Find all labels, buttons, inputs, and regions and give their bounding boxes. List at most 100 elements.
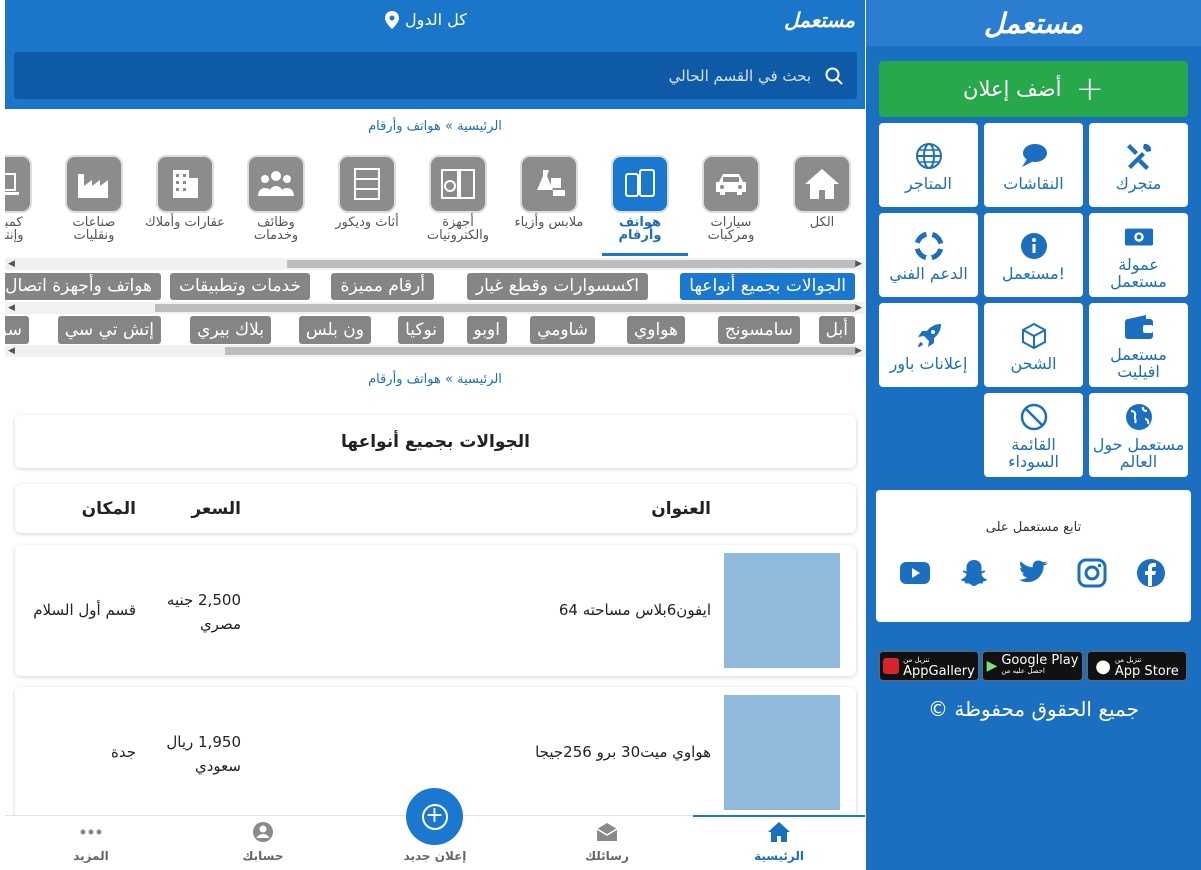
follow-title: تابع مستعمل على <box>985 520 1082 535</box>
tile-label: مستعمل حول العالم <box>1092 435 1185 471</box>
breadcrumb-home[interactable]: الرئيسية <box>457 119 502 134</box>
breadcrumb-home[interactable]: الرئيسية <box>457 372 502 387</box>
price-currency: مصري <box>199 615 241 633</box>
category-clothes[interactable]: ملابس وأزياء <box>509 155 589 229</box>
location-pin-icon <box>385 10 399 29</box>
brand-chip[interactable]: ون بلس <box>298 316 371 344</box>
subcategory-chip-devices[interactable]: هواتف وأجهزة اتصال <box>5 273 161 300</box>
store-label: AppGallery <box>903 664 975 679</box>
country-selector[interactable]: كل الدول <box>385 10 467 29</box>
brand-chip[interactable]: اوبو <box>466 316 507 344</box>
brand-chip[interactable]: بلاك بيري <box>190 316 271 344</box>
category-furniture[interactable]: أثاث وديكور <box>327 155 407 229</box>
sidebar-logo[interactable]: مستعمل <box>866 0 1201 46</box>
category-all[interactable]: الكل <box>782 155 862 229</box>
site-logo[interactable]: مستعمل <box>784 8 855 32</box>
brand-chip[interactable]: سوني <box>5 316 29 344</box>
brand-chip[interactable]: هواوي <box>627 316 685 344</box>
category-scrollbar[interactable]: ◀ ▶ <box>5 258 865 270</box>
tile-label: إعلانات باور <box>889 353 968 373</box>
tile-about[interactable]: مستعمل! <box>984 213 1083 297</box>
search-input[interactable]: بحث في القسم الحالي <box>14 52 857 99</box>
category-realestate[interactable]: عقارات وأملاك <box>145 155 225 229</box>
brand-scrollbar[interactable]: ◀ ▶ <box>5 345 865 357</box>
add-ad-button[interactable]: + أضف إعلان <box>879 61 1188 117</box>
subcategory-chip-all-phones[interactable]: الجوالات بجميع أنواعها <box>680 273 855 300</box>
category-industry[interactable]: صناعات ونقليات <box>54 155 134 242</box>
new-ad-fab[interactable]: + <box>406 788 463 845</box>
twitter-icon[interactable] <box>1016 556 1050 590</box>
brand-chip[interactable]: سامسونج <box>717 316 800 344</box>
tile-worldwide[interactable]: مستعمل حول العالم <box>1089 393 1188 477</box>
brand-chip[interactable]: إتش تي سي <box>57 316 161 344</box>
tile-support[interactable]: الدعم الفني <box>879 213 978 297</box>
tile-label: النقاشات <box>1003 173 1064 193</box>
tile-label: الدعم الفني <box>889 263 968 283</box>
subcategory-chip-numbers[interactable]: أرقام مميزة <box>331 273 434 300</box>
nav-label: رسائلك <box>585 849 629 863</box>
category-label: الكل <box>809 215 835 230</box>
brand-chip[interactable]: أبل <box>818 316 855 344</box>
category-label: وظائف وخدمات <box>253 215 299 243</box>
appliances-icon <box>429 155 487 213</box>
nav-messages[interactable]: رسائلك <box>521 816 693 870</box>
subcategory-chip-services[interactable]: خدمات وتطبيقات <box>169 273 310 300</box>
tile-commission[interactable]: عمولة مستعمل <box>1089 213 1188 297</box>
instagram-icon[interactable] <box>1075 556 1109 590</box>
listing-price: 1,950 ريال سعودي <box>166 730 241 778</box>
subcategory-chip-accessories[interactable]: اكسسوارات وقطع غيار <box>466 273 648 300</box>
tile-discussions[interactable]: النقاشات <box>984 123 1083 207</box>
subcategory-scrollbar[interactable]: ◀ ▶ <box>5 302 865 314</box>
category-cars[interactable]: سيارات ومركبات <box>691 155 771 242</box>
add-ad-label: أضف إعلان <box>963 77 1062 101</box>
factory-icon <box>65 155 123 213</box>
listing-thumbnail[interactable] <box>724 553 840 668</box>
store-label: App Store <box>1114 664 1179 679</box>
listing-title[interactable]: ايفون6بلاس مساحته 64 <box>559 601 711 619</box>
lifebuoy-icon <box>914 231 944 261</box>
tile-stores[interactable]: المتاجر <box>879 123 978 207</box>
listing-price: 2,500 جنيه مصري <box>167 588 241 636</box>
user-icon <box>177 820 349 844</box>
section-title: الجوالات بجميع أنواعها <box>340 431 531 452</box>
brand-chip[interactable]: شاومي <box>530 316 595 344</box>
plus-icon: + <box>421 803 448 830</box>
facebook-icon[interactable] <box>1134 556 1168 590</box>
tile-my-store[interactable]: متجرك <box>1089 123 1188 207</box>
tile-label: القائمة السوداء <box>1008 435 1059 471</box>
listing-title[interactable]: هواوي ميت30 برو 256جيجا <box>535 743 711 761</box>
plus-icon: + <box>1075 69 1104 109</box>
category-electronics[interactable]: أجهزة والكترونيات <box>418 155 498 242</box>
clothes-icon <box>520 155 578 213</box>
wallet-icon <box>1124 312 1154 342</box>
brand-chip[interactable]: نوكيا <box>398 316 444 344</box>
nav-label: إعلان جديد <box>403 849 467 863</box>
category-phones[interactable]: هواتف وأرقام <box>600 155 680 242</box>
breadcrumb-current[interactable]: هواتف وأرقام <box>368 372 441 387</box>
nav-home[interactable]: الرئيسية <box>693 816 865 870</box>
category-jobs[interactable]: وظائف وخدمات <box>236 155 316 242</box>
furniture-icon <box>338 155 396 213</box>
app-gallery-badge[interactable]: تنزيل من AppGallery <box>879 651 979 681</box>
price-currency: سعودي <box>195 757 241 775</box>
breadcrumb-current[interactable]: هواتف وأرقام <box>368 119 441 134</box>
tile-affiliate[interactable]: مستعمل افيليت <box>1089 303 1188 387</box>
category-computers[interactable]: كمبيوتر وإنترنت <box>5 155 43 242</box>
listing-row[interactable]: ايفون6بلاس مساحته 64 2,500 جنيه مصري قسم … <box>15 545 856 676</box>
copyright: جميع الحقوق محفوظة © <box>928 697 1139 721</box>
tile-label: المتاجر <box>905 173 952 193</box>
snapchat-icon[interactable] <box>957 556 991 590</box>
category-label: عقارات وأملاك <box>145 215 225 230</box>
listing-thumbnail[interactable] <box>724 695 840 810</box>
tile-shipping[interactable]: الشحن <box>984 303 1083 387</box>
app-store-badge[interactable]: ● تنزيل من App Store <box>1087 651 1187 681</box>
youtube-icon[interactable] <box>898 556 932 590</box>
tile-power-ads[interactable]: إعلانات باور <box>879 303 978 387</box>
play-icon: ▶ <box>986 658 998 674</box>
nav-account[interactable]: حسابك <box>177 816 349 870</box>
nav-label: المزيد <box>73 849 109 863</box>
column-price: السعر <box>191 499 241 519</box>
nav-more[interactable]: المزيد <box>5 816 177 870</box>
tile-blacklist[interactable]: القائمة السوداء <box>984 393 1083 477</box>
google-play-badge[interactable]: ▶ Google Play احصل عليه من <box>982 651 1083 681</box>
